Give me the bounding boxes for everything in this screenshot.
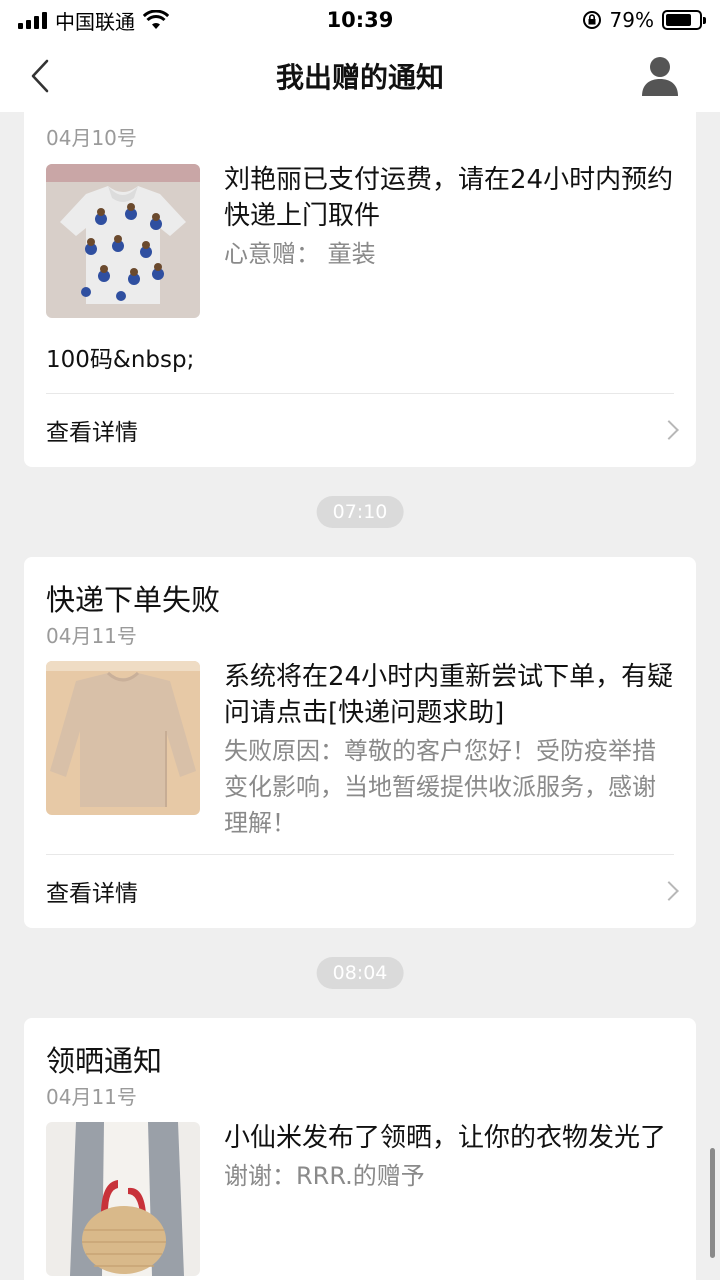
battery-percent: 79% [609, 8, 654, 32]
card-date: 04月11号 [46, 624, 137, 648]
card-message: 系统将在24小时内重新尝试下单，有疑问请点击[快递问题求助] 失败原因：尊敬的客… [224, 659, 674, 841]
time-separator: 08:04 [316, 957, 404, 989]
back-button[interactable] [20, 54, 60, 98]
message-main: 小仙米发布了领晒，让你的衣物发光了 [224, 1123, 667, 1153]
card-message: 刘艳丽已支付运费，请在24小时内预约快递上门取件 心意赠： 童装 [224, 162, 674, 272]
item-thumbnail[interactable] [46, 661, 200, 815]
page-title: 我出赠的通知 [275, 61, 444, 94]
message-main: 系统将在24小时内重新尝试下单，有疑问请点击[快递问题求助] [224, 662, 674, 728]
nav-bar: 我出赠的通知 [0, 40, 720, 112]
cellular-signal-icon [18, 11, 47, 29]
notification-card: 领晒通知 04月11号 小仙米发布了领晒，让你的衣物发光了 谢谢：RRR.的赠予 [24, 1018, 696, 1280]
time-separator: 07:10 [316, 496, 404, 528]
card-message: 小仙米发布了领晒，让你的衣物发光了 谢谢：RRR.的赠予 [224, 1120, 674, 1194]
notification-card: 快递下单失败 04月11号 系统将在24小时内重新尝试下单，有疑问请点击[快递问… [24, 557, 696, 928]
divider [46, 393, 674, 394]
view-details-label: 查看详情 [46, 420, 138, 446]
view-details-label: 查看详情 [46, 881, 138, 907]
sweater-image [46, 661, 200, 815]
item-note: 100码&nbsp; [46, 347, 195, 373]
view-details-row[interactable]: 查看详情 [46, 395, 680, 465]
notification-list: 04月10号 刘艳丽已支付运费，请在24小时内预约快递上门取件 心意赠： 童装 … [0, 112, 720, 1280]
message-sub: 心意赠： 童装 [224, 240, 376, 268]
message-main: 刘艳丽已支付运费，请在24小时内预约快递上门取件 [224, 165, 674, 231]
wifi-icon [143, 10, 169, 29]
chevron-right-icon [659, 420, 679, 440]
status-bar: 中国联通 10:39 79% [0, 0, 720, 40]
card-title: 快递下单失败 [46, 583, 221, 617]
view-details-row[interactable]: 查看详情 [46, 856, 680, 926]
status-time: 10:39 [326, 8, 394, 32]
message-sub: 谢谢：RRR.的赠予 [224, 1162, 425, 1190]
battery-icon [662, 10, 706, 30]
card-date: 04月10号 [46, 126, 137, 150]
chevron-right-icon [659, 881, 679, 901]
message-sub: 失败原因：尊敬的客户您好！受防疫举措变化影响，当地暂缓提供收派服务，感谢理解！ [224, 737, 656, 837]
scrollbar[interactable] [710, 1148, 715, 1258]
rotation-lock-icon [582, 11, 601, 29]
notification-card: 04月10号 刘艳丽已支付运费，请在24小时内预约快递上门取件 心意赠： 童装 … [24, 112, 696, 467]
item-thumbnail[interactable] [46, 1122, 200, 1276]
status-right: 79% [422, 8, 706, 32]
status-left: 中国联通 [18, 6, 298, 35]
divider [46, 854, 674, 855]
straw-bag-photo [46, 1122, 200, 1276]
card-date: 04月11号 [46, 1085, 137, 1109]
card-title: 领晒通知 [46, 1044, 163, 1078]
carrier-name: 中国联通 [55, 9, 135, 34]
kids-shirt-image [46, 164, 200, 318]
item-thumbnail[interactable] [46, 164, 200, 318]
chevron-left-icon [31, 59, 49, 93]
user-profile-button[interactable] [636, 52, 684, 100]
battery-fill [666, 14, 692, 26]
user-profile-icon [642, 57, 678, 96]
